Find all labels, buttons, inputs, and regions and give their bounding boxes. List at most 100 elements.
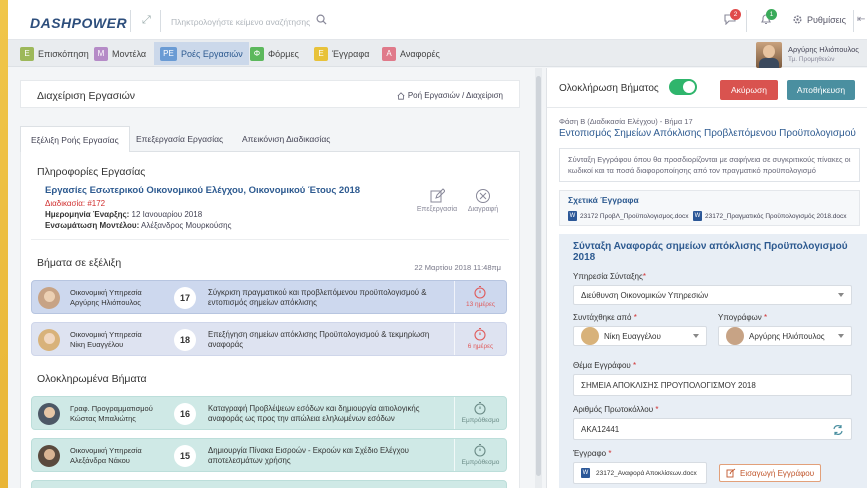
start-label: Ημερομηνία Έναρξης: (45, 210, 130, 219)
save-button[interactable]: Αποθήκευση (787, 80, 855, 100)
search-icon[interactable] (316, 14, 327, 25)
step-description: Δημιουργία Πίνακα Εισροών - Εκροών και Σ… (208, 446, 409, 465)
import-document-button[interactable]: Εισαγωγή Εγγράφου (719, 464, 822, 482)
chat-icon[interactable]: 2 (724, 9, 741, 27)
task-title[interactable]: Εργασίες Εσωτερικού Οικονομικού Ελέγχου,… (45, 185, 360, 196)
model-label: Ενσωμάτωση Μοντέλου: (45, 221, 140, 230)
avatar (38, 329, 60, 351)
scrollbar-thumb[interactable] (536, 76, 541, 476)
completion-toggle[interactable] (669, 79, 697, 95)
status-label: Εμπρόθεσμο (461, 417, 500, 424)
subject-label: Θέμα Εγγράφου * (573, 361, 637, 370)
service-label: Υπηρεσία Σύνταξης* (573, 272, 646, 281)
subject-value: ΣΗΜΕΙΑ ΑΠΟΚΛΙΣΗΣ ΠΡΟΥΠΟΛΟΓΙΣΜΟΥ 2018 (581, 380, 756, 390)
status-label: 13 ημέρες (465, 301, 496, 308)
delete-button[interactable]: Διαγραφή (461, 188, 505, 213)
author-value: Νίκη Ευαγγέλου (604, 331, 661, 341)
signer-select[interactable]: Αργύρης Ηλιόπουλος (718, 326, 852, 346)
task-info-card: Εργασίες Εσωτερικού Οικονομικού Ελέγχου,… (31, 182, 509, 240)
menu-overview[interactable]: Ε Επισκόπηση (14, 42, 95, 65)
menu-documents[interactable]: Ε Έγγραφα (308, 42, 375, 65)
word-doc-icon: W (693, 211, 702, 221)
search-input[interactable]: Πληκτρολογήστε κείμενο αναζήτησης (171, 17, 310, 27)
start-date-line: Ημερομηνία Έναρξης: 12 Ιανουαρίου 2018 (45, 210, 202, 219)
app-window: DASHPOWER ⤢ Πληκτρολογήστε κείμενο αναζή… (8, 0, 867, 488)
menu-label: Μοντέλα (112, 48, 147, 59)
menu-label: Έγγραφα (332, 48, 370, 59)
scrollbar[interactable] (535, 68, 542, 488)
protocol-value: ΑΚΑ12441 (581, 424, 620, 434)
step-row[interactable]: Οικονομική Υπηρεσία Αλεξάνδρα Νάκου 15 Δη… (31, 438, 507, 472)
panel-header: Διαχείριση Εργασιών Ροή Εργασιών / Διαχε… (20, 80, 520, 108)
word-doc-icon: W (581, 468, 590, 478)
expand-icon[interactable]: ⤢ (142, 14, 151, 27)
page-title: Διαχείριση Εργασιών (37, 90, 136, 102)
completed-heading: Ολοκληρωμένα Βήματα (37, 373, 147, 385)
service-value: Διεύθυνση Οικονομικών Υπηρεσιών (581, 290, 709, 300)
avatar (581, 327, 599, 345)
step-person: Νίκη Ευαγγέλου (70, 340, 124, 349)
step-description: Σύγκριση πραγματικού και προβλεπόμενου π… (208, 288, 427, 307)
breadcrumb[interactable]: Ροή Εργασιών / Διαχείριση (397, 91, 503, 100)
cancel-button[interactable]: Ακύρωση (720, 80, 778, 100)
step-row[interactable]: Οικονομική Υπηρεσία Αργύρης Ηλιόπουλος 17… (31, 280, 507, 314)
word-doc-icon: W (568, 211, 577, 221)
import-label: Εισαγωγή Εγγράφου (740, 468, 815, 478)
divider (746, 10, 747, 32)
step-dept: Γραφ. Προγραμματισμού (70, 404, 153, 413)
step-status: Εμπρόθεσμο (454, 439, 506, 471)
step-dept: Οικονομική Υπηρεσία (70, 288, 142, 297)
menu-forms[interactable]: Φ Φόρμες (244, 42, 305, 65)
related-file[interactable]: W 23172_Πραγματικός Προϋπολογισμός 2018.… (693, 211, 847, 221)
tab-workflow-progress[interactable]: Εξέλιξη Ροής Εργασίας (20, 126, 130, 152)
edit-button[interactable]: Επεξεργασία (415, 188, 459, 213)
refresh-icon[interactable] (832, 424, 844, 436)
step-title: Εντοπισμός Σημείων Απόκλισης Προβλεπόμεν… (559, 128, 856, 139)
menu-label: Ροές Εργασιών (181, 48, 243, 59)
chevron-down-icon (838, 334, 844, 338)
protocol-label: Αριθμός Πρωτοκόλλου * (573, 405, 659, 414)
menu-reports[interactable]: Α Αναφορές (376, 42, 446, 65)
author-select[interactable]: Νίκη Ευαγγέλου (573, 326, 707, 346)
edit-icon (430, 188, 446, 203)
step-dept: Οικονομική Υπηρεσία (70, 446, 142, 455)
subject-input[interactable]: ΣΗΜΕΙΑ ΑΠΟΚΛΙΣΗΣ ΠΡΟΥΠΟΛΟΓΙΣΜΟΥ 2018 (573, 374, 852, 396)
edit-label: Επεξεργασία (416, 206, 458, 213)
avatar (38, 445, 60, 467)
completion-title: Ολοκλήρωση Βήματος (559, 83, 659, 94)
menu-label: Επισκόπηση (38, 48, 89, 59)
step-row[interactable]: Γραφ. Προγραμματισμού Κώστας Μπαλιώτης 16… (31, 396, 507, 430)
phase-label: Φάση Β (Διαδικασία Ελέγχου) - Βήμα 17 (559, 117, 693, 126)
process-value: #172 (87, 199, 106, 208)
stopwatch-icon (474, 327, 486, 341)
step-row[interactable] (31, 480, 507, 488)
overview-icon: Ε (20, 46, 34, 61)
tab-process-view[interactable]: Απεικόνιση Διαδικασίας (232, 126, 340, 152)
delete-label: Διαγραφή (467, 206, 499, 213)
settings-label: Ρυθμίσεις (807, 14, 847, 25)
step-person: Κώστας Μπαλιώτης (70, 414, 136, 423)
breadcrumb-text: Ροή Εργασιών / Διαχείριση (407, 91, 503, 100)
progress-heading: Βήματα σε εξέλιξη (37, 257, 122, 269)
step-number: 16 (174, 403, 196, 425)
collapse-icon[interactable]: ⇤ (857, 14, 865, 25)
bell-icon[interactable]: 1 (760, 9, 777, 27)
avatar (756, 42, 782, 68)
menu-models[interactable]: Μ Μοντέλα (88, 42, 152, 65)
chevron-down-icon (693, 334, 699, 338)
menu-workflows[interactable]: ΡΕ Ροές Εργασιών (154, 42, 249, 65)
protocol-input[interactable]: ΑΚΑ12441 (573, 418, 852, 440)
settings-button[interactable]: Ρυθμίσεις (792, 14, 846, 25)
reports-icon: Α (382, 46, 396, 61)
user-menu[interactable]: Αργύρης Ηλιόπουλος Τμ. Προμηθειών (756, 42, 859, 68)
tab-edit-task[interactable]: Επεξεργασία Εργασίας (126, 126, 233, 152)
step-row[interactable]: Οικονομική Υπηρεσία Νίκη Ευαγγέλου 18 Επε… (31, 322, 507, 356)
status-label: 6 ημέρες (467, 343, 494, 350)
panel-body: Πληροφορίες Εργασίας Εργασίες Εσωτερικού… (20, 152, 520, 488)
document-file[interactable]: W 23172_Αναφορά Αποκλίσεων.docx (573, 462, 707, 484)
service-select[interactable]: Διεύθυνση Οικονομικών Υπηρεσιών (573, 285, 852, 305)
related-file[interactable]: W 23172 ΠροβΛ_Προϋπολογισμος.docx (568, 211, 689, 221)
stopwatch-icon (474, 401, 486, 415)
related-heading: Σχετικά Έγγραφα (568, 195, 639, 205)
doc-label: Έγγραφο * (573, 449, 612, 458)
